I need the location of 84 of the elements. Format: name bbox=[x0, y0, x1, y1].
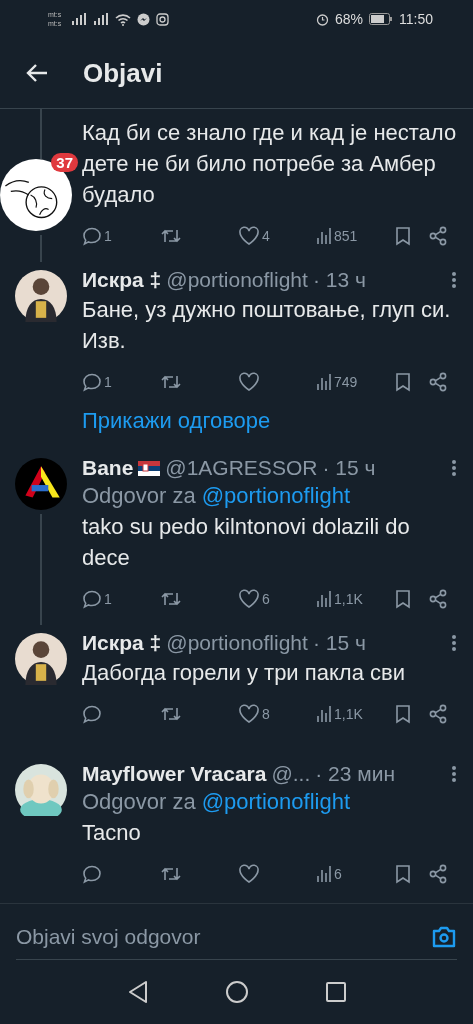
flag-icon bbox=[138, 460, 161, 476]
logo-avatar[interactable] bbox=[15, 458, 67, 510]
views-icon[interactable] bbox=[316, 373, 332, 391]
reply-count: 1 bbox=[104, 228, 112, 244]
bookmark-icon[interactable] bbox=[394, 704, 412, 724]
signal-icon bbox=[71, 13, 88, 25]
page-title: Objavi bbox=[83, 57, 163, 89]
clock: 11:50 bbox=[399, 11, 433, 27]
battery-icon bbox=[369, 13, 393, 25]
view-count: 6 bbox=[334, 866, 342, 882]
post-time: · 23 мин bbox=[315, 762, 396, 786]
wifi-icon bbox=[115, 12, 132, 26]
views-icon[interactable] bbox=[316, 227, 332, 245]
camera-icon[interactable] bbox=[431, 925, 457, 949]
author-handle[interactable]: @portionoflight bbox=[166, 268, 308, 292]
like-count: 6 bbox=[262, 591, 270, 607]
like-count: 8 bbox=[262, 706, 270, 722]
mention-link[interactable]: @portionoflight bbox=[201, 789, 351, 815]
reply-icon[interactable] bbox=[82, 589, 102, 609]
post-time: · 13 ч bbox=[312, 268, 366, 292]
share-icon[interactable] bbox=[428, 704, 448, 724]
reply-icon[interactable] bbox=[82, 372, 102, 392]
back-arrow-icon[interactable] bbox=[25, 63, 49, 83]
share-icon[interactable] bbox=[428, 372, 448, 392]
chat-bubble-icon bbox=[137, 12, 151, 26]
author-name[interactable]: Mayflower Vracara bbox=[82, 762, 267, 786]
post-time: · 15 ч bbox=[322, 456, 376, 480]
signal-icon bbox=[93, 13, 110, 25]
camera-icon bbox=[156, 12, 170, 26]
person-avatar[interactable] bbox=[15, 633, 67, 685]
globe-avatar[interactable] bbox=[0, 159, 72, 231]
recents-nav-icon[interactable] bbox=[324, 981, 347, 1003]
reply-icon[interactable] bbox=[82, 226, 102, 246]
post-text: Tacno bbox=[82, 819, 142, 847]
home-nav-icon[interactable] bbox=[224, 980, 249, 1004]
author-name[interactable]: Bane bbox=[82, 456, 134, 480]
author-handle[interactable]: @portionoflight bbox=[166, 631, 308, 655]
view-count: 851 bbox=[334, 228, 358, 244]
bookmark-icon[interactable] bbox=[394, 864, 412, 884]
post-time: · 15 ч bbox=[312, 631, 366, 655]
alarm-icon bbox=[315, 12, 329, 26]
reply-icon[interactable] bbox=[82, 864, 102, 884]
share-icon[interactable] bbox=[428, 226, 448, 246]
more-options-icon[interactable] bbox=[451, 765, 457, 783]
bookmark-icon[interactable] bbox=[394, 589, 412, 609]
heart-icon[interactable] bbox=[238, 589, 260, 609]
views-icon[interactable] bbox=[316, 590, 332, 608]
more-options-icon[interactable] bbox=[451, 271, 457, 289]
bookmark-icon[interactable] bbox=[394, 372, 412, 392]
reply-label: Odgovor za bbox=[82, 789, 196, 815]
reply-input-field[interactable]: Objavi svoj odgovor bbox=[16, 925, 431, 949]
person-avatar[interactable] bbox=[15, 270, 67, 322]
heart-icon[interactable] bbox=[238, 372, 260, 392]
post-text: Бане, уз дужно поштовање, глуп си. Изв. bbox=[82, 296, 452, 355]
bookmark-icon[interactable] bbox=[394, 226, 412, 246]
author-name[interactable]: Искра ‡ bbox=[82, 268, 162, 292]
like-count: 4 bbox=[262, 228, 270, 244]
heart-icon[interactable] bbox=[238, 864, 260, 884]
post-text: Дабогда горели у три пакла сви bbox=[82, 659, 406, 687]
heart-icon[interactable] bbox=[238, 226, 260, 246]
mention-link[interactable]: @portionoflight bbox=[201, 483, 351, 509]
reply-count: 1 bbox=[104, 374, 112, 390]
view-count: 1,1K bbox=[334, 706, 363, 722]
reply-label: Odgovor za bbox=[82, 483, 196, 509]
back-nav-icon[interactable] bbox=[126, 980, 149, 1004]
post-text: Кад би се знало где и кад је нестало дете не би било потребе за Амбер будало bbox=[82, 119, 457, 209]
more-options-icon[interactable] bbox=[451, 459, 457, 477]
views-icon[interactable] bbox=[316, 705, 332, 723]
heart-icon[interactable] bbox=[238, 704, 260, 724]
battery-percent: 68% bbox=[334, 11, 363, 27]
author-handle[interactable]: @... bbox=[271, 762, 311, 786]
more-options-icon[interactable] bbox=[451, 634, 457, 652]
views-icon[interactable] bbox=[316, 865, 332, 883]
share-icon[interactable] bbox=[428, 589, 448, 609]
author-name[interactable]: Искра ‡ bbox=[82, 631, 162, 655]
reply-count: 1 bbox=[104, 591, 112, 607]
view-count: 749 bbox=[334, 374, 358, 390]
view-count: 1,1K bbox=[334, 591, 363, 607]
notification-badge: 37 bbox=[51, 153, 78, 172]
show-replies-link[interactable]: Прикажи одговоре bbox=[82, 408, 271, 434]
post-text: tako su pedo kilntonovi dolazili do dece bbox=[82, 513, 411, 572]
reply-icon[interactable] bbox=[82, 704, 102, 724]
share-icon[interactable] bbox=[428, 864, 448, 884]
author-handle[interactable]: @1AGRESSOR bbox=[165, 456, 318, 480]
